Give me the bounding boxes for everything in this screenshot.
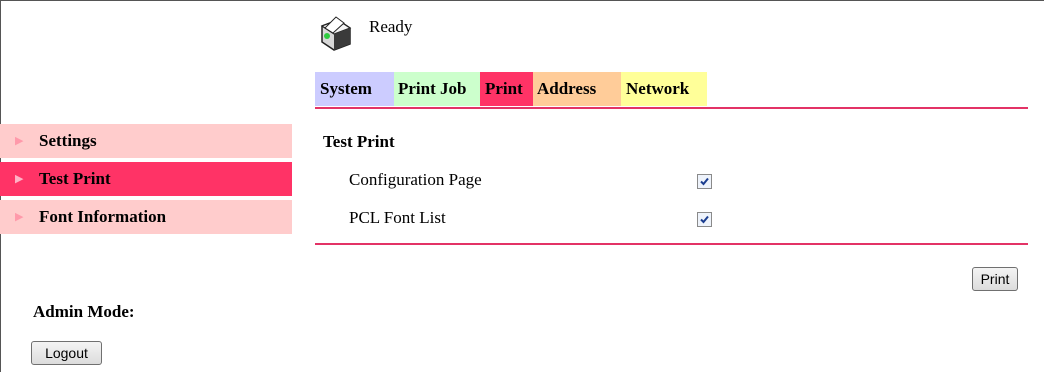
tab-network[interactable]: Network [621, 72, 707, 106]
pcl-font-list-label: PCL Font List [349, 208, 446, 227]
checkmark-icon [700, 215, 709, 224]
configuration-page-checkbox[interactable] [697, 174, 712, 189]
triangle-right-icon: ▶ [15, 211, 24, 223]
checkmark-icon [700, 177, 709, 186]
tab-print[interactable]: Print [480, 72, 533, 106]
main-tabs: System Print Job Print Address Network [315, 72, 707, 106]
pcl-font-list-checkbox[interactable] [697, 212, 712, 227]
sidebar-item-font-information[interactable]: ▶ Font Information [0, 200, 292, 234]
printer-ready-icon [316, 14, 356, 54]
content-bottom-divider [315, 243, 1028, 245]
tab-system[interactable]: System [315, 72, 394, 106]
sidebar-item-label: Settings [39, 131, 97, 150]
sidebar-item-label: Test Print [39, 169, 111, 188]
section-title: Test Print [323, 132, 395, 151]
logout-button[interactable]: Logout [31, 341, 102, 365]
tab-print-job[interactable]: Print Job [394, 72, 480, 106]
print-button[interactable]: Print [972, 267, 1018, 291]
configuration-page-label: Configuration Page [349, 170, 482, 189]
frame-top-border [0, 0, 1044, 1]
tab-address[interactable]: Address [533, 72, 621, 106]
sidebar-item-label: Font Information [39, 207, 167, 226]
triangle-right-icon: ▶ [15, 135, 24, 147]
admin-mode-label: Admin Mode: [33, 302, 135, 321]
triangle-right-icon: ▶ [15, 173, 24, 185]
content-top-divider [315, 107, 1028, 109]
sidebar-item-settings[interactable]: ▶ Settings [0, 124, 292, 158]
sidebar-item-test-print[interactable]: ▶ Test Print [0, 162, 292, 196]
printer-status-text: Ready [369, 17, 413, 36]
